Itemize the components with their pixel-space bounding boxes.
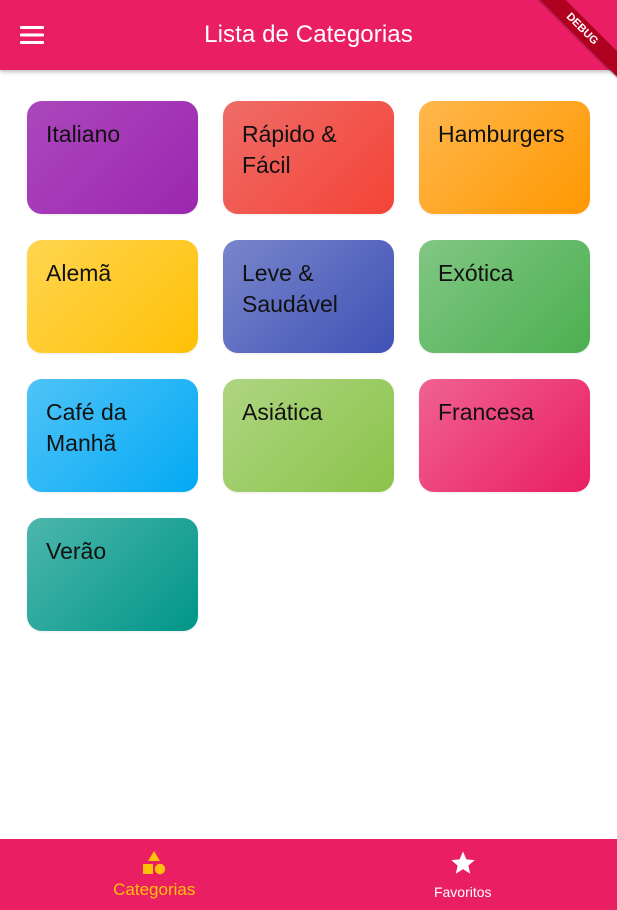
nav-item-favoritos[interactable]: Favoritos [309, 839, 617, 910]
category-tile[interactable]: Leve & Saudável [223, 240, 394, 353]
app-screen: Lista de Categorias DEBUG Italiano Rápid… [0, 0, 617, 910]
nav-label-categorias: Categorias [113, 880, 196, 899]
category-tile[interactable]: Alemã [27, 240, 198, 353]
app-bar: Lista de Categorias [0, 0, 617, 70]
category-tile[interactable]: Rápido & Fácil [223, 101, 394, 214]
category-tile[interactable]: Exótica [419, 240, 590, 353]
nav-label-favoritos: Favoritos [433, 884, 492, 900]
nav-item-categorias[interactable]: Categorias [0, 839, 309, 910]
page-title: Lista de Categorias [204, 21, 413, 48]
star-icon [449, 849, 477, 877]
menu-icon [20, 26, 44, 44]
category-grid: Italiano Rápido & Fácil Hamburgers Alemã… [27, 101, 590, 631]
category-tile[interactable]: Hamburgers [419, 101, 590, 214]
category-tile[interactable]: Asiática [223, 379, 394, 492]
bottom-navigation: Categorias Favoritos [0, 839, 617, 910]
category-tile[interactable]: Italiano [27, 101, 198, 214]
menu-button[interactable] [12, 15, 52, 55]
category-icon [140, 849, 168, 877]
category-tile[interactable]: Verão [27, 518, 198, 631]
category-tile[interactable]: Café da Manhã [27, 379, 198, 492]
category-tile[interactable]: Francesa [419, 379, 590, 492]
